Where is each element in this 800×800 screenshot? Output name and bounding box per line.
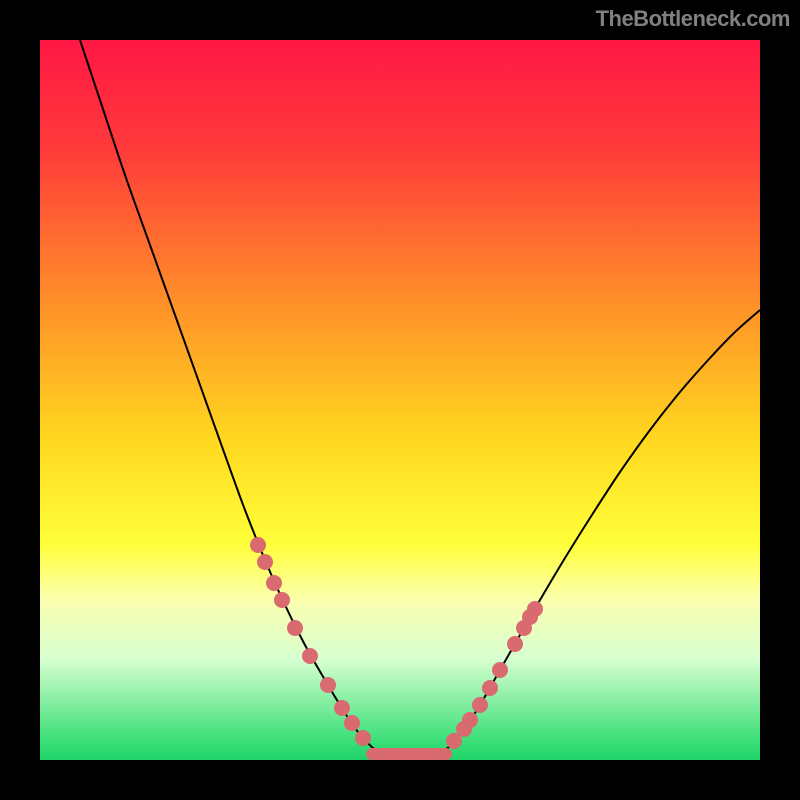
chart-container: TheBottleneck.com [0,0,800,800]
watermark-text: TheBottleneck.com [596,6,790,32]
plot-area [40,40,760,760]
data-marker [482,680,498,696]
flat-segment [366,748,452,760]
data-marker [472,697,488,713]
data-marker [266,575,282,591]
data-marker [462,712,478,728]
gradient-background [40,40,760,760]
data-marker [355,730,371,746]
data-marker [274,592,290,608]
data-marker [492,662,508,678]
data-marker [527,601,543,617]
data-marker [320,677,336,693]
data-marker [507,636,523,652]
data-marker [287,620,303,636]
data-marker [302,648,318,664]
chart-svg [40,40,760,760]
data-marker [257,554,273,570]
data-marker [344,715,360,731]
data-marker [250,537,266,553]
data-marker [334,700,350,716]
